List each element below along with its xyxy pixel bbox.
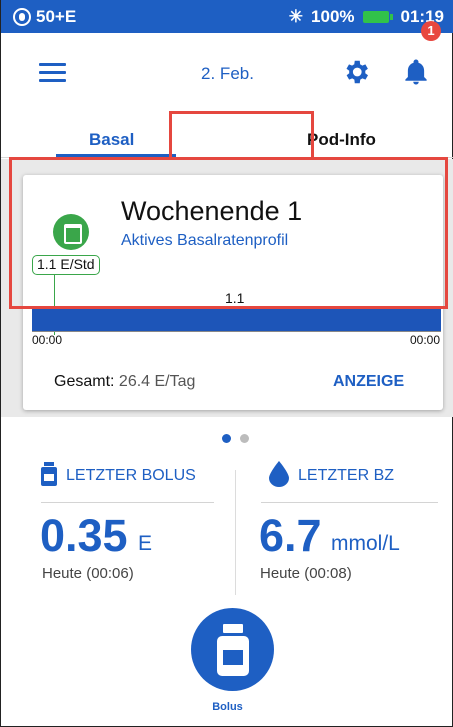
status-bar: 50+E ✳ 100% 01:19 [1,0,453,33]
last-bg-time: Heute (00:08) [260,565,352,582]
tab-pod-info[interactable]: Pod-Info [307,130,376,150]
axis-start-label: 00:00 [32,333,63,347]
insulin-vial-icon [217,624,249,676]
app-frame: 50+E ✳ 100% 01:19 2. Feb. 1 Basal Pod-In… [0,0,453,727]
blood-drop-icon [269,461,289,487]
notification-badge: 1 [421,21,441,41]
pod-icon [13,8,31,26]
axis-end-label: 00:00 [410,333,441,347]
last-bg-divider [261,502,438,503]
total-value: 26.4 E/Tag [118,373,196,390]
stats-divider [235,470,236,595]
bluetooth-icon: ✳ [288,7,304,26]
last-bolus-divider [41,502,214,503]
last-bg-unit: mmol/L [331,532,400,555]
view-button[interactable]: ANZEIGE [333,373,404,391]
highlight-box-tab [169,111,314,159]
tab-basal[interactable]: Basal [89,130,134,150]
highlight-box-card [9,157,448,309]
pod-label: 50+E [36,7,77,26]
basal-rate-bar [32,307,441,331]
last-bg-title: LETZTER BZ [298,467,395,484]
bolus-button[interactable] [191,608,274,691]
pager-dots [216,434,256,444]
pager-dot[interactable] [240,434,249,443]
battery-percent: 100% [311,7,355,26]
header: 2. Feb. 1 [1,21,453,118]
status-left: 50+E [13,7,76,27]
total-daily-basal: Gesamt: 26.4 E/Tag [54,373,195,391]
total-label: Gesamt: [54,373,115,390]
last-bg-value: 6.7 [259,510,322,561]
insulin-vial-icon [41,462,57,486]
battery-icon [362,11,393,23]
last-bolus-title: LETZTER BOLUS [66,467,196,484]
last-bolus-time: Heute (00:06) [42,565,134,582]
bolus-button-label: Bolus [212,701,243,713]
last-bolus-value: 0.35 [40,510,128,561]
last-bolus-unit: E [138,532,153,555]
header-date: 2. Feb. [201,64,254,83]
pager-dot-active[interactable] [222,434,231,443]
bell-icon[interactable] [401,57,431,87]
gear-icon[interactable] [341,57,371,87]
basal-axis-line [32,331,441,332]
status-right: ✳ 100% 01:19 [289,7,444,27]
